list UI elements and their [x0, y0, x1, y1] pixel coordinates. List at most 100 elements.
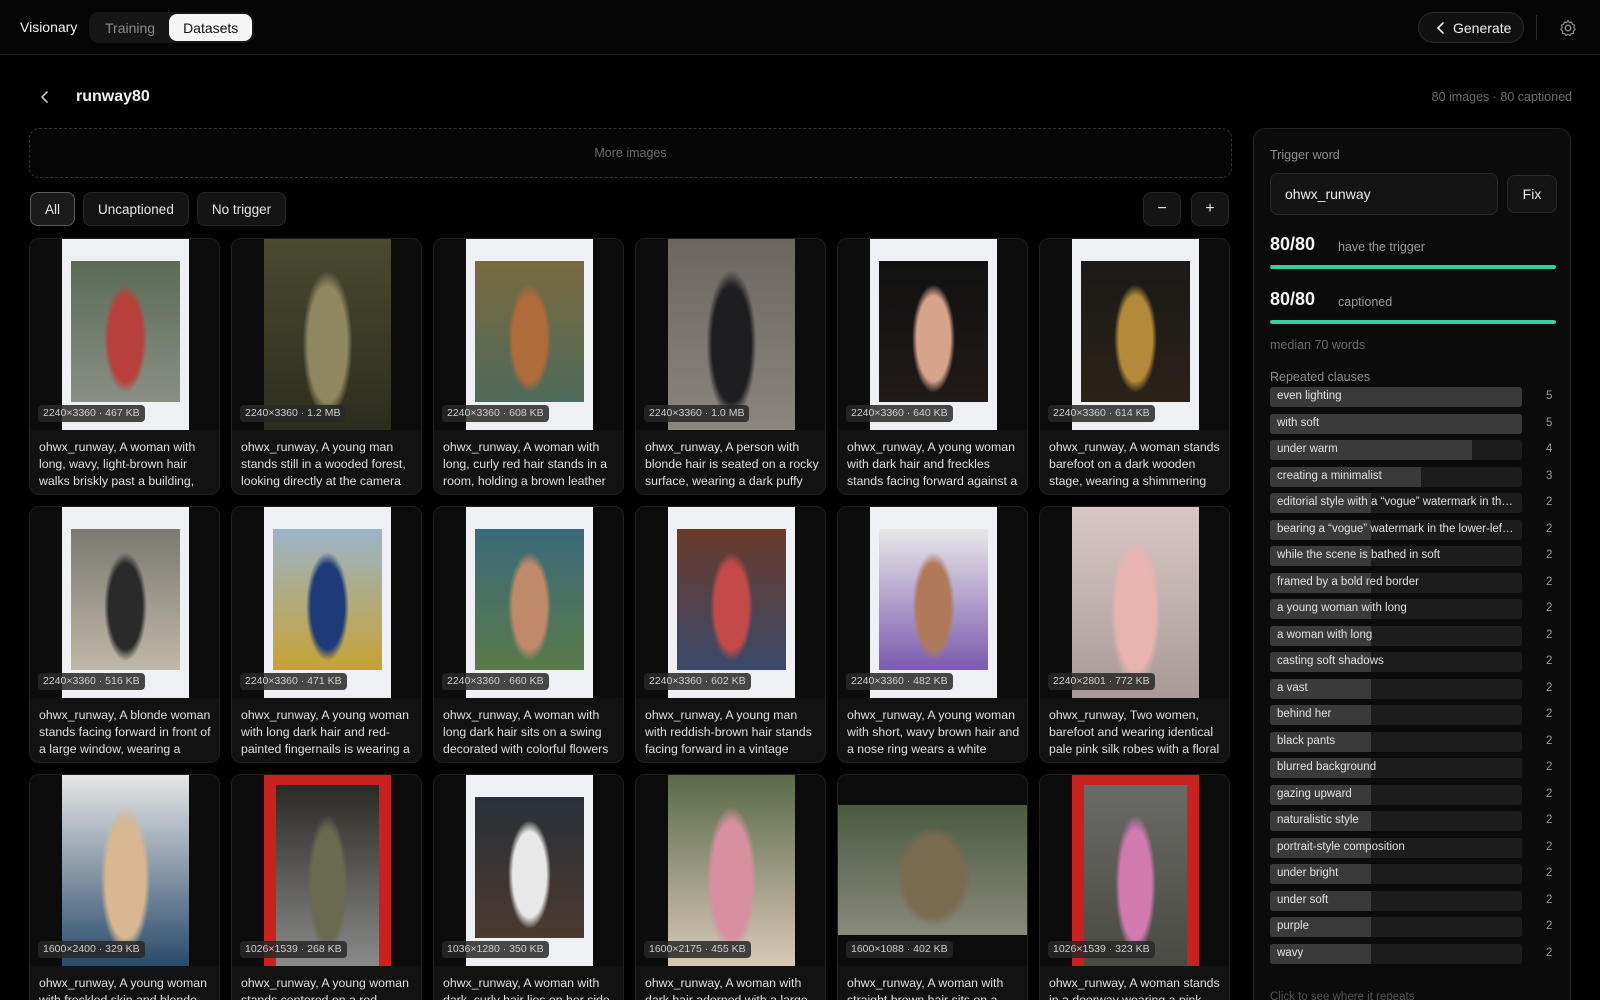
image-caption: ohwx_runway, A young woman with long dar… [241, 708, 410, 756]
image-caption: ohwx_runway, A woman with long dark hair… [443, 708, 609, 756]
clause-row[interactable]: bearing a “vogue” watermark in the lower… [1270, 519, 1560, 540]
photo-content [71, 261, 180, 402]
image-card[interactable]: 2240×2801 · 772 KB ohwx_runway, Two women… [1039, 506, 1230, 763]
clause-row[interactable]: under bright 2 [1270, 864, 1560, 884]
image-card[interactable]: 1600×2400 · 329 KB ohwx_runway, A young w… [29, 774, 220, 1000]
photo-content [62, 775, 189, 966]
image-meta-badge: 2240×3360 · 602 KB [644, 673, 751, 690]
clause-count: 2 [1546, 920, 1553, 932]
clause-row[interactable]: even lighting 5 [1270, 387, 1560, 407]
image-card[interactable]: 1600×2175 · 455 KB ohwx_runway, A woman w… [635, 774, 826, 1000]
photo-content [475, 529, 584, 670]
photo [62, 239, 189, 430]
more-images-dropzone[interactable]: More images [29, 128, 1232, 178]
top-bar: Visionary Training Datasets Generate [0, 0, 1600, 55]
image-thumbnail [232, 507, 421, 698]
clause-row[interactable]: under warm 4 [1270, 440, 1560, 460]
image-card[interactable]: 2240×3360 · 602 KB ohwx_runway, A young m… [635, 506, 826, 763]
trigger-count-label: have the trigger [1338, 240, 1425, 254]
clause-row[interactable]: portrait-style composition 2 [1270, 837, 1560, 858]
clause-bar: portrait-style composition [1270, 837, 1522, 858]
photo-content [879, 529, 988, 670]
clause-bar: bearing a “vogue” watermark in the lower… [1270, 519, 1522, 540]
clause-bar: under warm [1270, 440, 1522, 460]
captioned-progress-fill [1270, 320, 1556, 324]
clause-row[interactable]: behind her 2 [1270, 705, 1560, 725]
image-thumbnail [30, 775, 219, 966]
clause-text: a vast [1277, 681, 1308, 694]
generate-button[interactable]: Generate [1418, 12, 1524, 43]
image-card[interactable]: 2240×3360 · 1.2 MB ohwx_runway, A young m… [231, 238, 422, 495]
image-card[interactable]: 2240×3360 · 1.0 MB ohwx_runway, A person … [635, 238, 826, 495]
trigger-word-input[interactable] [1270, 173, 1498, 215]
dataset-sidebar: Trigger word Fix 80/80 have the trigger … [1253, 128, 1571, 1000]
image-caption: ohwx_runway, Two women, barefoot and wea… [1049, 708, 1220, 756]
image-card[interactable]: 2240×3360 · 516 KB ohwx_runway, A blonde … [29, 506, 220, 763]
filter-no-trigger[interactable]: No trigger [196, 192, 287, 226]
clause-count: 2 [1546, 496, 1553, 508]
photo-content [475, 797, 584, 938]
clause-row[interactable]: wavy 2 [1270, 943, 1560, 964]
clause-row[interactable]: creating a minimalist 3 [1270, 466, 1560, 487]
clause-row[interactable]: while the scene is bathed in soft 2 [1270, 546, 1560, 566]
back-button[interactable] [34, 86, 56, 108]
clause-count: 2 [1546, 602, 1553, 614]
photo [466, 239, 593, 430]
clause-row[interactable]: a young woman with long 2 [1270, 599, 1560, 619]
image-meta-badge: 1026×1539 · 268 KB [240, 941, 347, 958]
filter-uncaptioned[interactable]: Uncaptioned [83, 192, 189, 226]
clause-bar: blurred background [1270, 758, 1522, 778]
clause-row[interactable]: framed by a bold red border 2 [1270, 572, 1560, 593]
clause-row[interactable]: editorial style with a “vogue” watermark… [1270, 493, 1560, 513]
image-card[interactable]: 2240×3360 · 467 KB ohwx_runway, A woman w… [29, 238, 220, 495]
clause-row[interactable]: a vast 2 [1270, 678, 1560, 699]
app-name[interactable]: Visionary [20, 19, 77, 35]
image-card[interactable]: 1036×1280 · 350 KB ohwx_runway, A woman w… [433, 774, 624, 1000]
image-card[interactable]: 2240×3360 · 614 KB ohwx_runway, A woman s… [1039, 238, 1230, 495]
tab-datasets[interactable]: Datasets [169, 14, 253, 41]
clause-row[interactable]: a woman with long 2 [1270, 625, 1560, 646]
zoom-out-button[interactable]: − [1143, 192, 1181, 226]
image-card[interactable]: 1026×1539 · 268 KB ohwx_runway, A young w… [231, 774, 422, 1000]
image-thumbnail [30, 239, 219, 430]
captioned-count: 80/80 [1270, 289, 1316, 309]
gear-icon[interactable] [1558, 18, 1578, 38]
image-thumbnail [434, 507, 623, 698]
clause-hint: Click to see where it repeats [1270, 991, 1415, 1000]
clause-row[interactable]: naturalistic style 2 [1270, 811, 1560, 831]
clause-row[interactable]: with soft 5 [1270, 413, 1560, 434]
clause-bar: creating a minimalist [1270, 466, 1522, 487]
dataset-stats: 80 images · 80 captioned [1431, 90, 1572, 104]
image-card[interactable]: 1600×1088 · 402 KB ohwx_runway, A woman w… [837, 774, 1028, 1000]
clause-row[interactable]: purple 2 [1270, 917, 1560, 937]
zoom-in-button[interactable]: + [1191, 192, 1229, 226]
clause-text: under soft [1277, 893, 1329, 906]
clause-bar: a vast [1270, 678, 1522, 699]
tab-training[interactable]: Training [91, 14, 169, 41]
captioned-progress-bar [1270, 320, 1556, 324]
image-card[interactable]: 2240×3360 · 482 KB ohwx_runway, A young w… [837, 506, 1028, 763]
clause-row[interactable]: black pants 2 [1270, 731, 1560, 752]
clause-text: with soft [1277, 416, 1320, 429]
image-caption: ohwx_runway, A young woman with short, w… [847, 708, 1020, 756]
image-card[interactable]: 2240×3360 · 608 KB ohwx_runway, A woman w… [433, 238, 624, 495]
fix-button[interactable]: Fix [1507, 175, 1557, 213]
clause-row[interactable]: gazing upward 2 [1270, 784, 1560, 805]
image-meta-badge: 2240×3360 · 516 KB [38, 673, 145, 690]
clause-row[interactable]: blurred background 2 [1270, 758, 1560, 778]
clause-text: blurred background [1277, 761, 1377, 773]
clause-count: 3 [1546, 469, 1553, 482]
clause-row[interactable]: casting soft shadows 2 [1270, 652, 1560, 672]
image-card[interactable]: 2240×3360 · 640 KB ohwx_runway, A young w… [837, 238, 1028, 495]
clause-row[interactable]: under soft 2 [1270, 890, 1560, 911]
photo-content [879, 261, 988, 402]
photo [1072, 239, 1199, 430]
image-card[interactable]: 2240×3360 · 471 KB ohwx_runway, A young w… [231, 506, 422, 763]
clause-text: black pants [1277, 734, 1336, 747]
image-card[interactable]: 1026×1539 · 323 KB ohwx_runway, A woman s… [1039, 774, 1230, 1000]
photo-content [71, 529, 180, 670]
filter-all[interactable]: All [30, 192, 76, 226]
image-card[interactable]: 2240×3360 · 660 KB ohwx_runway, A woman w… [433, 506, 624, 763]
clause-count: 2 [1546, 840, 1553, 853]
clause-count: 2 [1546, 867, 1553, 879]
